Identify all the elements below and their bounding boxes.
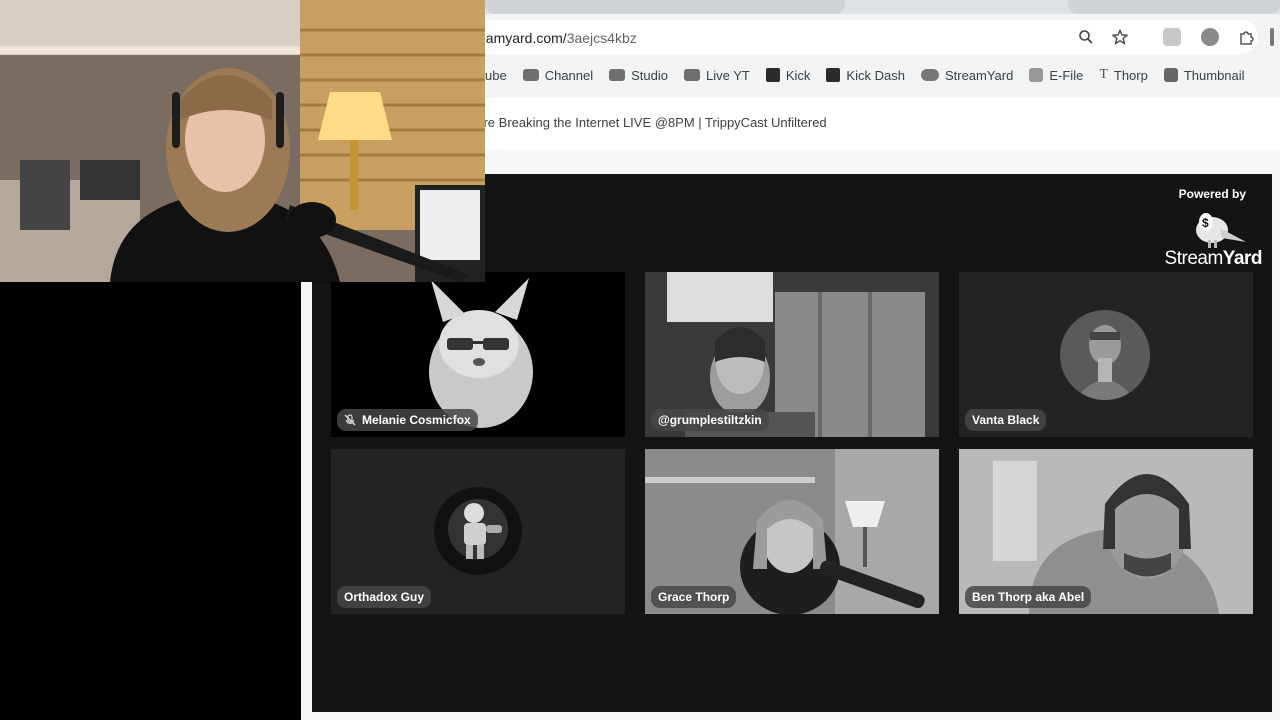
kick-icon bbox=[826, 68, 841, 82]
bookmark-star-icon[interactable] bbox=[1111, 28, 1129, 45]
bookmark-label: E-File bbox=[1049, 67, 1084, 83]
black-panel bbox=[0, 282, 301, 720]
participant-tile[interactable]: @grumplestiltzkin bbox=[645, 272, 939, 437]
participant-name-tag: Vanta Black bbox=[965, 409, 1047, 431]
participant-name: Grace Thorp bbox=[658, 590, 730, 604]
webcam-overlay bbox=[0, 0, 485, 282]
menu-icon[interactable] bbox=[1270, 28, 1274, 46]
url-domain: eamyard.com/ bbox=[478, 30, 567, 46]
bookmark-thumbnail[interactable]: Thumbnail bbox=[1163, 64, 1245, 86]
url-path: 3aejcs4kbz bbox=[566, 30, 637, 46]
bookmark-thorp[interactable]: T Thorp bbox=[1099, 64, 1148, 86]
participant-tile[interactable]: Ben Thorp aka Abel bbox=[959, 449, 1253, 614]
bookmark-studio[interactable]: Studio bbox=[609, 64, 668, 86]
participant-name-tag: Ben Thorp aka Abel bbox=[965, 586, 1092, 608]
participant-tile[interactable]: Grace Thorp bbox=[645, 449, 939, 614]
bookmarks-bar: ube Channel Studio Live YT Kick Kick Das… bbox=[485, 64, 1261, 86]
bookmark-live-yt[interactable]: Live YT bbox=[684, 64, 750, 86]
participant-tile[interactable]: Orthadox Guy bbox=[331, 449, 625, 614]
streamyard-icon bbox=[920, 69, 939, 81]
participant-tile[interactable]: Vanta Black bbox=[959, 272, 1253, 437]
bookmark-label: Kick Dash bbox=[846, 67, 905, 83]
bookmark-label: Kick bbox=[785, 67, 811, 83]
webcam-video bbox=[0, 0, 485, 282]
puzzle-icon[interactable] bbox=[1238, 28, 1256, 46]
bookmark-kick-dash[interactable]: Kick Dash bbox=[826, 64, 905, 86]
bookmark-efile[interactable]: E-File bbox=[1029, 64, 1083, 86]
browser-tab[interactable] bbox=[485, 0, 845, 14]
participant-name-tag: Orthadox Guy bbox=[337, 586, 432, 608]
participant-name: @grumplestiltzkin bbox=[658, 413, 762, 427]
brand-text: Stream bbox=[1164, 248, 1224, 269]
participant-name: Ben Thorp aka Abel bbox=[972, 590, 1085, 604]
participant-avatar bbox=[434, 487, 522, 575]
bookmark-label: Studio bbox=[631, 67, 669, 83]
svg-text:$: $ bbox=[1202, 216, 1209, 230]
participant-avatar bbox=[1060, 310, 1150, 400]
participant-name: Vanta Black bbox=[972, 413, 1040, 427]
bookmark-label: Channel bbox=[544, 67, 594, 83]
bookmark-youtube[interactable]: ube bbox=[485, 64, 507, 86]
participant-name-tag: Grace Thorp bbox=[651, 586, 737, 608]
zoom-icon[interactable] bbox=[1078, 29, 1094, 45]
browser-tab[interactable] bbox=[1068, 0, 1280, 14]
extension-icon[interactable] bbox=[1163, 28, 1181, 46]
thumbnail-icon bbox=[1163, 68, 1178, 82]
kick-icon bbox=[765, 68, 780, 82]
participant-name: Melanie Cosmicfox bbox=[362, 413, 471, 427]
bookmark-label: ube bbox=[485, 67, 507, 83]
participant-name-tag: Melanie Cosmicfox bbox=[337, 409, 478, 431]
brand-text-bold: Yard bbox=[1222, 248, 1263, 269]
efile-icon bbox=[1029, 68, 1044, 82]
streamyard-wordmark: StreamYard bbox=[1164, 248, 1263, 270]
bookmark-label: Live YT bbox=[706, 67, 750, 83]
youtube-icon bbox=[609, 69, 626, 81]
bookmark-label: StreamYard bbox=[944, 67, 1014, 83]
bookmark-streamyard[interactable]: StreamYard bbox=[920, 64, 1014, 86]
bookmark-kick[interactable]: Kick bbox=[765, 64, 811, 86]
url-text[interactable]: eamyard.com/3aejcs4kbz bbox=[478, 30, 637, 46]
bookmark-channel[interactable]: Channel bbox=[522, 64, 594, 86]
participant-name: Orthadox Guy bbox=[344, 590, 425, 604]
bookmark-label: Thorp bbox=[1113, 67, 1148, 83]
text-t-icon: T bbox=[1099, 67, 1108, 82]
broadcast-title[interactable]: 're Breaking the Internet LIVE @8PM | Tr… bbox=[481, 115, 827, 130]
participant-tile[interactable]: Melanie Cosmicfox bbox=[331, 272, 625, 437]
extension-icon[interactable] bbox=[1201, 28, 1219, 46]
bookmark-label: Thumbnail bbox=[1183, 67, 1245, 83]
youtube-icon bbox=[684, 69, 701, 81]
powered-by-label: Powered by bbox=[1178, 187, 1246, 201]
mic-muted-icon bbox=[344, 414, 356, 426]
participant-name-tag: @grumplestiltzkin bbox=[651, 409, 769, 431]
youtube-icon bbox=[522, 69, 539, 81]
